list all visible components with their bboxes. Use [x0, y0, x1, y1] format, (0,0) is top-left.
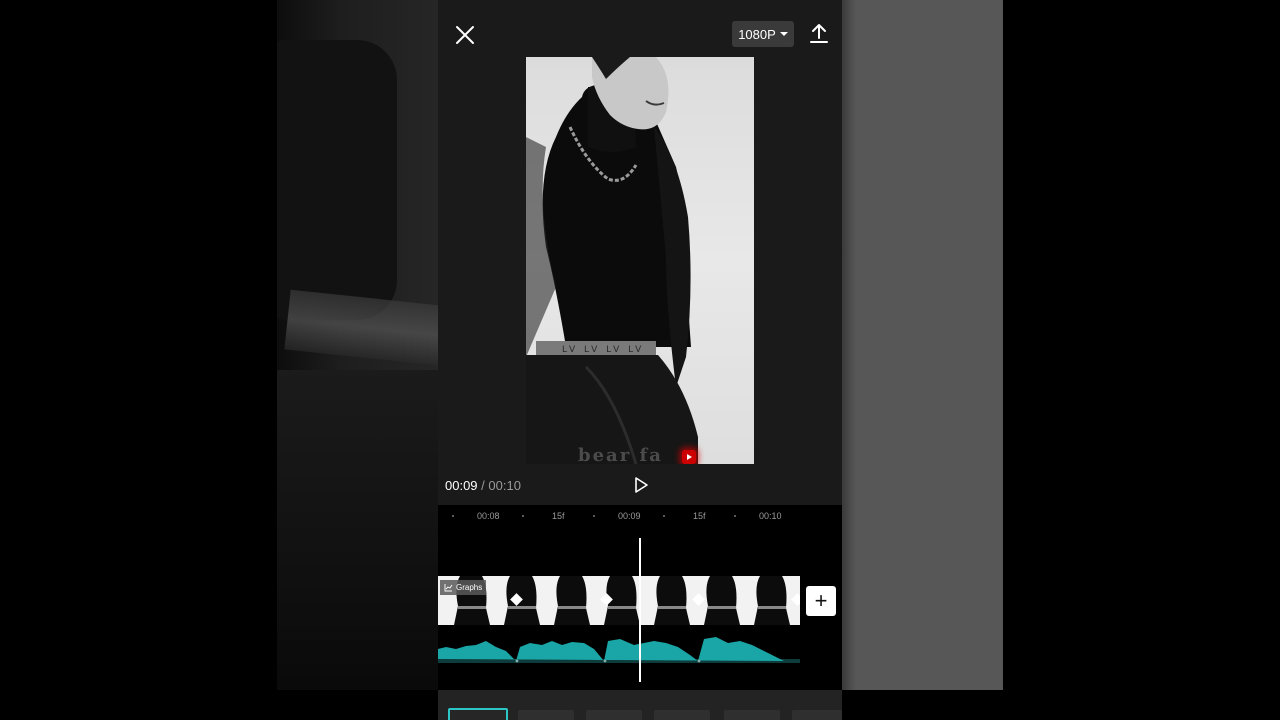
- watermark-text: bear fa: [578, 445, 663, 464]
- bottom-toolbar: [438, 690, 842, 720]
- ruler-dot: [452, 515, 454, 517]
- ruler-tick: 15f: [552, 511, 565, 521]
- svg-text:LV LV LV LV: LV LV LV LV: [562, 345, 644, 355]
- resolution-dropdown[interactable]: 1080P: [732, 21, 794, 47]
- background-torso: [277, 40, 397, 320]
- ruler-tick: 00:08: [477, 511, 500, 521]
- background-panel-right: [842, 0, 1003, 690]
- current-time: 00:09: [445, 478, 478, 493]
- ruler-dot: [734, 515, 736, 517]
- close-button[interactable]: [454, 24, 476, 46]
- tool-button[interactable]: [724, 710, 780, 720]
- play-button[interactable]: [632, 476, 650, 494]
- clip-thumbnail: [754, 576, 790, 625]
- tool-button[interactable]: [518, 710, 574, 720]
- playhead[interactable]: [639, 538, 641, 682]
- youtube-icon: [682, 450, 696, 464]
- upload-icon: [810, 24, 828, 43]
- timecode: 00:09 / 00:10: [445, 478, 521, 493]
- tool-button[interactable]: [654, 710, 710, 720]
- ruler-dot: [593, 515, 595, 517]
- video-preview[interactable]: LV LV LV LV bear fa: [526, 57, 754, 464]
- time-separator: /: [481, 478, 485, 493]
- close-icon: [456, 26, 474, 44]
- time-ruler[interactable]: 00:08 15f 00:09 15f 00:10: [438, 505, 842, 527]
- play-icon: [635, 477, 648, 493]
- tool-button-active[interactable]: [448, 708, 508, 720]
- video-clip[interactable]: Graphs: [438, 576, 800, 625]
- ruler-tick: 00:10: [759, 511, 782, 521]
- caret-down-icon: [779, 32, 788, 36]
- ruler-tick: 00:09: [618, 511, 641, 521]
- clip-label: Graphs: [440, 580, 487, 595]
- ruler-tick: 15f: [693, 511, 706, 521]
- preview-frame-image: LV LV LV LV: [526, 57, 698, 464]
- panel-edge: [842, 0, 856, 690]
- export-button[interactable]: [808, 22, 830, 46]
- audio-waveform[interactable]: [438, 627, 800, 663]
- total-time: 00:10: [488, 478, 521, 493]
- graph-icon: [444, 584, 453, 592]
- clip-thumbnail: [554, 576, 590, 625]
- tool-button[interactable]: [792, 710, 842, 720]
- blurred-background-left: [277, 0, 438, 690]
- clip-thumbnail: [654, 576, 690, 625]
- background-pants: [277, 370, 438, 690]
- tool-button[interactable]: [586, 710, 642, 720]
- clip-label-text: Graphs: [456, 583, 483, 592]
- add-clip-button[interactable]: +: [806, 586, 836, 616]
- background-belt: [284, 289, 438, 371]
- plus-icon: +: [814, 588, 828, 613]
- timeline[interactable]: 00:08 15f 00:09 15f 00:10 Graphs +: [438, 505, 842, 690]
- resolution-label: 1080P: [738, 26, 776, 42]
- ruler-dot: [663, 515, 665, 517]
- ruler-dot: [522, 515, 524, 517]
- editor-screen: 1080P LV LV LV LV bear fa 00:09 / 00:10 …: [438, 0, 842, 720]
